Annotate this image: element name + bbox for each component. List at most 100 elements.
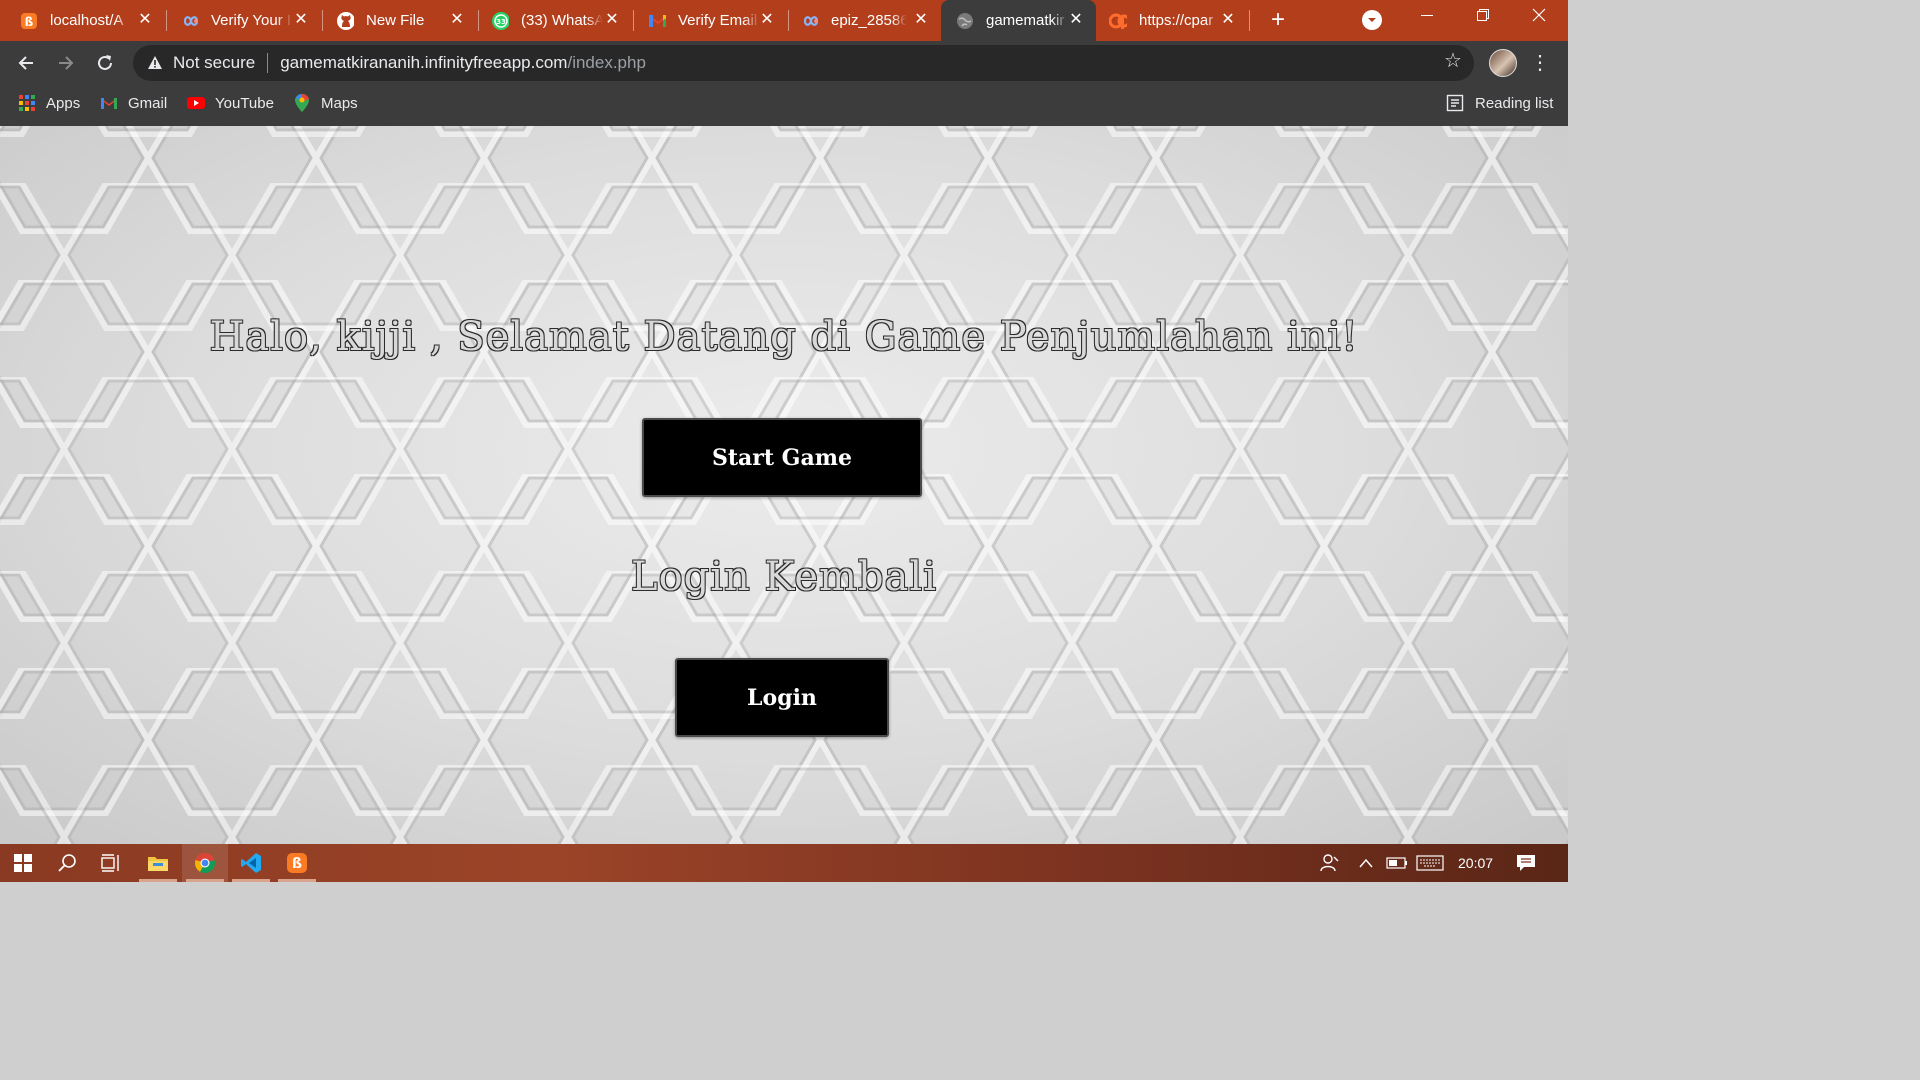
close-tab-icon[interactable]: ✕ — [293, 11, 309, 29]
people-icon[interactable] — [1318, 844, 1340, 882]
address-bar[interactable]: Not secure gamematkirananih.infinityfree… — [133, 45, 1474, 81]
taskbar-xampp[interactable]: ß — [274, 844, 320, 882]
infinityfree-icon — [181, 12, 199, 30]
show-hidden-icons-icon[interactable] — [1358, 844, 1374, 882]
svg-text:ß: ß — [292, 856, 302, 872]
url-host: gamematkirananih.infinityfreeapp.com — [280, 53, 568, 72]
tab-epiz[interactable]: epiz_285860 ✕ — [789, 0, 941, 41]
taskbar-vscode[interactable] — [228, 844, 274, 882]
restore-icon — [1477, 9, 1489, 21]
keyboard-icon[interactable] — [1416, 844, 1444, 882]
infinityfree-icon — [801, 12, 819, 30]
task-view-icon — [101, 854, 119, 872]
tab-title: Verify Email — [678, 12, 758, 29]
windows-taskbar: ß 20:07 — [0, 844, 1568, 882]
start-game-button[interactable]: Start Game — [642, 418, 922, 497]
back-arrow-icon — [18, 56, 33, 70]
vscode-icon — [241, 853, 261, 873]
close-tab-icon[interactable]: ✕ — [449, 11, 465, 29]
close-tab-icon[interactable]: ✕ — [759, 11, 775, 29]
back-button[interactable] — [12, 49, 40, 77]
browser-tabstrip: ß localhost/A ✕ Verify Your I ✕ New File… — [0, 0, 1568, 41]
minimize-icon — [1421, 15, 1433, 16]
file-explorer-icon — [148, 857, 168, 871]
reload-button[interactable] — [91, 49, 119, 77]
tab-title: Verify Your I — [211, 12, 292, 29]
globe-icon — [956, 12, 974, 30]
windows-logo-icon — [14, 854, 32, 872]
close-tab-icon[interactable]: ✕ — [137, 11, 153, 29]
restore-button[interactable] — [1460, 4, 1506, 34]
gmail-icon — [100, 94, 118, 112]
bookmark-star-icon[interactable]: ☆ — [1442, 50, 1464, 72]
whatsapp-icon: 33 — [491, 11, 509, 30]
tab-title: https://cpar — [1139, 12, 1214, 29]
login-button[interactable]: Login — [675, 658, 889, 737]
browser-menu-icon[interactable]: ⋮ — [1530, 49, 1550, 77]
tab-cpanel[interactable]: https://cpar ✕ — [1097, 0, 1248, 41]
tab-localhost[interactable]: ß localhost/A ✕ — [0, 0, 165, 41]
new-tab-button[interactable]: + — [1264, 6, 1292, 34]
tab-title: localhost/A — [50, 12, 124, 29]
minimize-button[interactable] — [1404, 4, 1450, 34]
cpanel-icon — [1109, 12, 1127, 30]
xampp-icon: ß — [20, 12, 38, 30]
close-tab-icon[interactable]: ✕ — [1068, 11, 1084, 29]
taskbar-chrome[interactable] — [182, 844, 228, 882]
tab-title: New File — [366, 12, 425, 29]
close-window-button[interactable] — [1516, 4, 1562, 34]
taskbar-file-explorer[interactable] — [135, 844, 181, 882]
bookmark-gmail[interactable]: Gmail — [100, 86, 167, 120]
battery-icon[interactable] — [1386, 844, 1408, 882]
address-divider — [267, 53, 269, 73]
tab-gamematkir-active[interactable]: gamematkir ✕ — [941, 0, 1096, 41]
close-tab-icon[interactable]: ✕ — [1220, 11, 1236, 29]
chrome-icon — [195, 853, 215, 874]
browser-toolbar: Not secure gamematkirananih.infinityfree… — [0, 41, 1568, 86]
login-again-heading: Login Kembali — [631, 554, 937, 600]
close-tab-icon[interactable]: ✕ — [913, 11, 929, 29]
search-icon — [58, 854, 76, 872]
search-button[interactable] — [44, 844, 90, 882]
close-icon — [1532, 8, 1546, 22]
tab-search-button[interactable] — [1362, 10, 1382, 30]
bookmark-apps[interactable]: Apps — [18, 86, 80, 120]
tab-separator — [1249, 10, 1250, 31]
xampp-icon: ß — [287, 853, 307, 873]
bookmark-label: Apps — [46, 94, 81, 112]
notifications-icon[interactable] — [1516, 844, 1536, 882]
welcome-heading: Halo, kijji , Selamat Datang di Game Pen… — [209, 314, 1359, 360]
url-path: /index.php — [567, 53, 646, 72]
tab-new-file[interactable]: New File ✕ — [323, 0, 477, 41]
tab-title: (33) WhatsA — [521, 12, 603, 29]
bookmark-label: YouTube — [215, 94, 274, 112]
tab-verify-email[interactable]: Verify Email ✕ — [634, 0, 787, 41]
warning-icon[interactable] — [147, 55, 163, 71]
reading-list-icon — [1446, 94, 1464, 112]
reading-list-button[interactable]: Reading list — [1446, 86, 1553, 120]
bookmark-youtube[interactable]: YouTube — [187, 86, 274, 120]
apps-grid-icon — [18, 94, 36, 112]
security-label[interactable]: Not secure — [173, 53, 255, 73]
start-button[interactable] — [0, 844, 46, 882]
gmail-icon — [648, 12, 666, 30]
tab-verify-your[interactable]: Verify Your I ✕ — [167, 0, 321, 41]
tab-whatsapp[interactable]: 33 (33) WhatsA ✕ — [479, 0, 632, 41]
web-page: Halo, kijji , Selamat Datang di Game Pen… — [0, 126, 1568, 844]
clock[interactable]: 20:07 — [1458, 844, 1493, 882]
profile-avatar[interactable] — [1489, 49, 1517, 77]
bookmark-label: Gmail — [128, 94, 168, 112]
close-tab-icon[interactable]: ✕ — [604, 11, 620, 29]
reload-icon — [98, 55, 112, 70]
bookmarks-bar: Apps Gmail YouTube Maps Reading list — [0, 86, 1568, 127]
github-icon — [336, 11, 354, 30]
forward-arrow-icon — [59, 56, 74, 70]
bookmark-maps[interactable]: Maps — [293, 86, 358, 120]
svg-text:ß: ß — [25, 15, 34, 29]
forward-button[interactable] — [52, 49, 80, 77]
task-view-button[interactable] — [88, 844, 134, 882]
chevron-down-icon — [1368, 18, 1376, 22]
reading-list-label: Reading list — [1475, 94, 1554, 112]
bookmark-label: Maps — [321, 94, 358, 112]
maps-icon — [293, 94, 311, 112]
